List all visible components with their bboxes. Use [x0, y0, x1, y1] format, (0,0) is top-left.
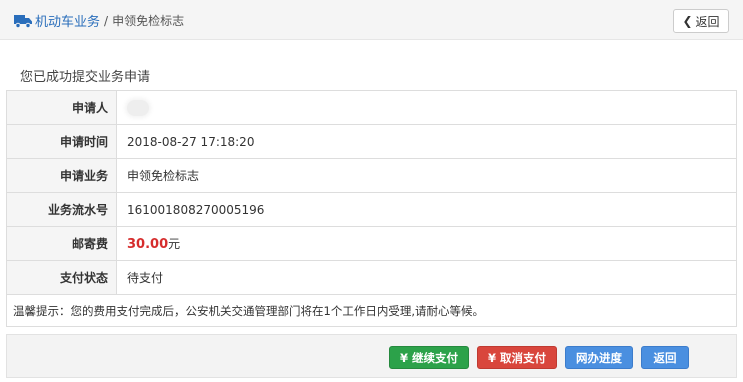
breadcrumb-separator: /	[104, 13, 109, 28]
chevron-left-icon: ❮	[682, 14, 693, 28]
action-bar: ¥ 继续支付 ¥ 取消支付 网办进度 返回	[6, 334, 737, 378]
redacted-name	[127, 99, 149, 116]
postage-unit: 元	[168, 237, 181, 251]
table-row: 温馨提示：您的费用支付完成后，公安机关交通管理部门将在1个工作日内受理,请耐心等…	[6, 294, 737, 327]
truck-icon	[14, 14, 32, 28]
time-value: 2018-08-27 17:18:20	[116, 124, 737, 159]
back-button[interactable]: 返回	[641, 346, 689, 369]
page-header: 机动车业务 / 申领免检标志 ❮ 返回	[0, 0, 743, 40]
breadcrumb-current: 申领免检标志	[112, 14, 185, 28]
success-message: 您已成功提交业务申请	[20, 70, 151, 85]
postage-label: 邮寄费	[6, 226, 117, 261]
back-button-top-label: 返回	[695, 14, 720, 29]
breadcrumb-parent-link[interactable]: 机动车业务	[35, 11, 100, 30]
table-row: 申请业务 申领免检标志	[6, 158, 737, 193]
postage-value: 30.00元	[116, 226, 737, 261]
progress-button[interactable]: 网办进度	[565, 346, 633, 369]
applicant-value	[116, 90, 737, 125]
business-value: 申领免检标志	[116, 158, 737, 193]
applicant-label: 申请人	[6, 90, 117, 125]
table-row: 申请时间 2018-08-27 17:18:20	[6, 124, 737, 159]
table-row: 支付状态 待支付	[6, 260, 737, 295]
continue-pay-button[interactable]: ¥ 继续支付	[389, 346, 469, 369]
back-button-top[interactable]: ❮ 返回	[673, 9, 729, 33]
postage-amount: 30.00	[127, 237, 169, 252]
table-row: 邮寄费 30.00元	[6, 226, 737, 261]
notice-text: 温馨提示：您的费用支付完成后，公安机关交通管理部门将在1个工作日内受理,请耐心等…	[6, 294, 737, 327]
pay-status-value: 待支付	[116, 260, 737, 295]
serial-value: 161001808270005196	[116, 192, 737, 227]
time-label: 申请时间	[6, 124, 117, 159]
table-row: 申请人	[6, 90, 737, 125]
cancel-pay-button[interactable]: ¥ 取消支付	[477, 346, 557, 369]
table-row: 业务流水号 161001808270005196	[6, 192, 737, 227]
application-info-table: 申请人 申请时间 2018-08-27 17:18:20 申请业务 申领免检标志…	[6, 90, 737, 327]
business-label: 申请业务	[6, 158, 117, 193]
breadcrumb: 机动车业务 / 申领免检标志	[14, 11, 184, 30]
serial-label: 业务流水号	[6, 192, 117, 227]
pay-status-label: 支付状态	[6, 260, 117, 295]
